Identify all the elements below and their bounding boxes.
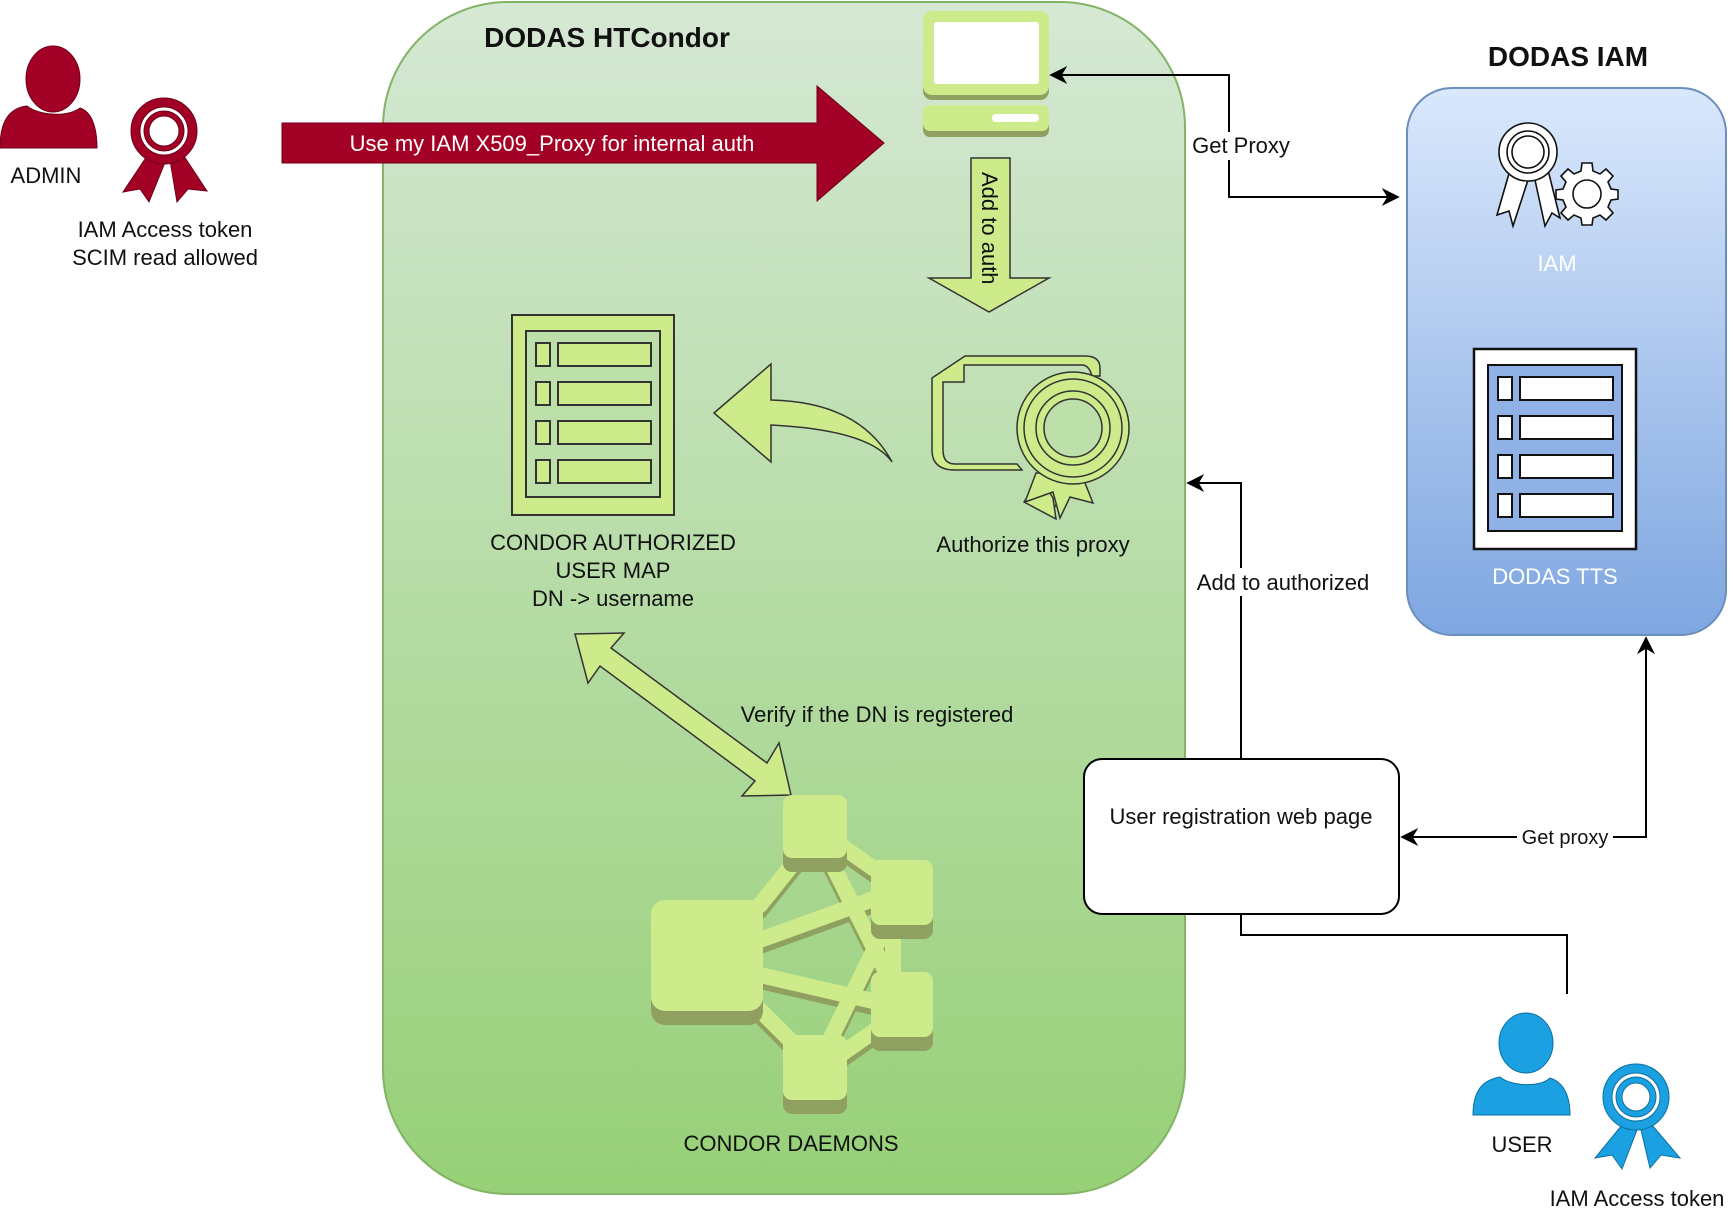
- user-map-line-3: DN -> username: [532, 586, 694, 611]
- tts-row-bar: [1519, 376, 1614, 401]
- user-map-row-bar: [557, 420, 652, 445]
- tts-row-bullet: [1497, 454, 1513, 479]
- user-map-row-bullet: [535, 459, 551, 484]
- tts-label: DODAS TTS: [1492, 564, 1618, 589]
- user-map-row-bullet: [535, 420, 551, 445]
- edge-get-proxy-bottom-label: Get proxy: [1522, 827, 1609, 849]
- tts-row-bullet: [1497, 493, 1513, 518]
- user-registration-web-page[interactable]: User registration web page: [1083, 758, 1400, 915]
- tts-row-bullet: [1497, 415, 1513, 440]
- tts-list-icon: [1472, 347, 1638, 551]
- edge-add-to-authorized: Add to authorized: [1186, 474, 1380, 759]
- user-map-row-bullet: [535, 381, 551, 406]
- architecture-diagram: DODAS HTCondor DODAS IAM IAM DODAS TTS A…: [0, 1, 1727, 1210]
- edge-add-to-authorized-label: Add to authorized: [1197, 570, 1369, 595]
- tts-row-bar: [1519, 454, 1614, 479]
- verify-label: Verify if the DN is registered: [741, 702, 1014, 727]
- iam-title: DODAS IAM: [1488, 41, 1648, 72]
- admin-label: ADMIN: [11, 163, 82, 188]
- user-map-row-bullet: [535, 342, 551, 367]
- user-registration-label: User registration web page: [1110, 804, 1373, 829]
- edge-get-proxy-top-label: Get Proxy: [1192, 133, 1290, 158]
- user-icon: [1472, 1012, 1571, 1116]
- tts-row-bar: [1519, 415, 1614, 440]
- user-token-ribbon-icon: [1593, 1063, 1682, 1171]
- user-map-line-1: CONDOR AUTHORIZED: [490, 530, 736, 555]
- tts-row-bar: [1519, 493, 1614, 518]
- computer-monitor-icon: [923, 11, 1049, 137]
- condor-daemons-label: CONDOR DAEMONS: [683, 1131, 898, 1156]
- htcondor-title: DODAS HTCondor: [484, 22, 730, 53]
- edge-get-proxy-bottom: Get proxy: [1400, 636, 1655, 849]
- authorize-proxy-label: Authorize this proxy: [936, 532, 1129, 557]
- add-to-auth-label: Add to auth: [977, 172, 1002, 285]
- tts-row-bullet: [1497, 376, 1513, 401]
- admin-action-arrow-label: Use my IAM X509_Proxy for internal auth: [350, 131, 755, 156]
- htcondor-container: DODAS HTCondor: [382, 1, 1186, 1195]
- iam-label: IAM: [1537, 251, 1576, 276]
- user-map-row-bar: [557, 342, 652, 367]
- user-map-list-icon: [511, 314, 675, 516]
- admin-user-icon: [0, 45, 98, 149]
- admin-token-line-2: SCIM read allowed: [72, 245, 258, 270]
- user-label: USER: [1491, 1132, 1552, 1157]
- admin-token-ribbon-icon: [121, 97, 208, 204]
- user-token-label: IAM Access token: [1550, 1186, 1725, 1210]
- user-map-row-bar: [557, 381, 652, 406]
- user-map-row-bar: [557, 459, 652, 484]
- admin-token-line-1: IAM Access token: [78, 217, 253, 242]
- user-map-line-2: USER MAP: [556, 558, 671, 583]
